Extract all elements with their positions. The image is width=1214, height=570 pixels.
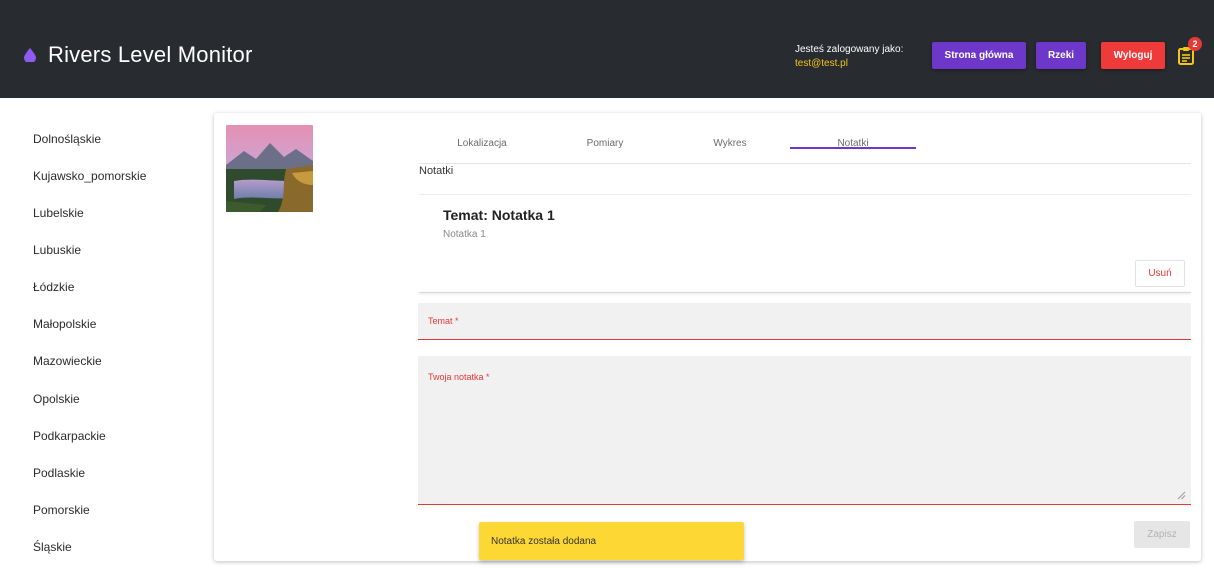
tab-chart[interactable]: Wykres: [667, 138, 793, 149]
toast-notification: Notatka została dodana: [479, 522, 744, 560]
river-details-card: Lokalizacja Pomiary Wykres Notatki Notat…: [214, 113, 1201, 561]
sidebar-item-podkarpackie[interactable]: Podkarpackie: [33, 429, 106, 443]
user-email: test@test.pl: [795, 58, 848, 69]
notification-count-badge: 2: [1188, 37, 1202, 51]
app-title: Rivers Level Monitor: [48, 42, 253, 67]
brand: Rivers Level Monitor: [24, 42, 253, 68]
notes-section-label: Notatki: [419, 165, 454, 177]
toast-message: Notatka została dodana: [491, 536, 597, 547]
subject-field-label: Temat *: [428, 316, 459, 326]
sidebar-item-lodzkie[interactable]: Łódzkie: [33, 280, 74, 294]
sidebar-item-lubuskie[interactable]: Lubuskie: [33, 243, 81, 257]
subject-field[interactable]: Temat *: [418, 303, 1191, 340]
active-tab-indicator: [790, 147, 916, 149]
sidebar-item-opolskie[interactable]: Opolskie: [33, 392, 80, 406]
sidebar-item-kujawsko-pomorskie[interactable]: Kujawsko_pomorskie: [33, 169, 146, 183]
save-button[interactable]: Zapisz: [1134, 521, 1190, 548]
divider: [419, 194, 1191, 195]
sidebar-item-pomorskie[interactable]: Pomorskie: [33, 503, 90, 517]
sidebar-item-mazowieckie[interactable]: Mazowieckie: [33, 354, 102, 368]
river-thumbnail-image: [226, 125, 313, 212]
sidebar-item-lubelskie[interactable]: Lubelskie: [33, 206, 84, 220]
sidebar: Dolnośląskie Kujawsko_pomorskie Lubelski…: [0, 98, 212, 570]
note-body: Notatka 1: [443, 229, 486, 240]
logout-button[interactable]: Wyloguj: [1101, 42, 1165, 69]
rivers-button[interactable]: Rzeki: [1036, 42, 1086, 69]
resize-handle-icon[interactable]: [1177, 491, 1186, 500]
app-header: Rivers Level Monitor Jesteś zalogowany j…: [0, 0, 1214, 98]
tab-location[interactable]: Lokalizacja: [419, 138, 545, 149]
water-drop-icon: [24, 48, 36, 62]
note-field-label: Twoja notatka *: [428, 372, 490, 382]
sidebar-item-podlaskie[interactable]: Podlaskie: [33, 466, 85, 480]
delete-note-button[interactable]: Usuń: [1135, 260, 1185, 287]
sidebar-item-slaskie[interactable]: Śląskie: [33, 540, 72, 554]
sidebar-item-dolnoslaskie[interactable]: Dolnośląskie: [33, 132, 101, 146]
note-title: Temat: Notatka 1: [443, 207, 555, 223]
tab-measurements[interactable]: Pomiary: [542, 138, 668, 149]
user-info: Jesteś zalogowany jako: test@test.pl: [795, 43, 903, 71]
logged-in-label: Jesteś zalogowany jako:: [795, 44, 904, 55]
details-tabs: Lokalizacja Pomiary Wykres Notatki: [419, 127, 1191, 164]
sidebar-item-malopolskie[interactable]: Małopolskie: [33, 317, 96, 331]
home-button[interactable]: Strona główna: [932, 42, 1026, 69]
note-divider: [419, 292, 1191, 293]
note-textarea[interactable]: Twoja notatka *: [418, 356, 1191, 505]
